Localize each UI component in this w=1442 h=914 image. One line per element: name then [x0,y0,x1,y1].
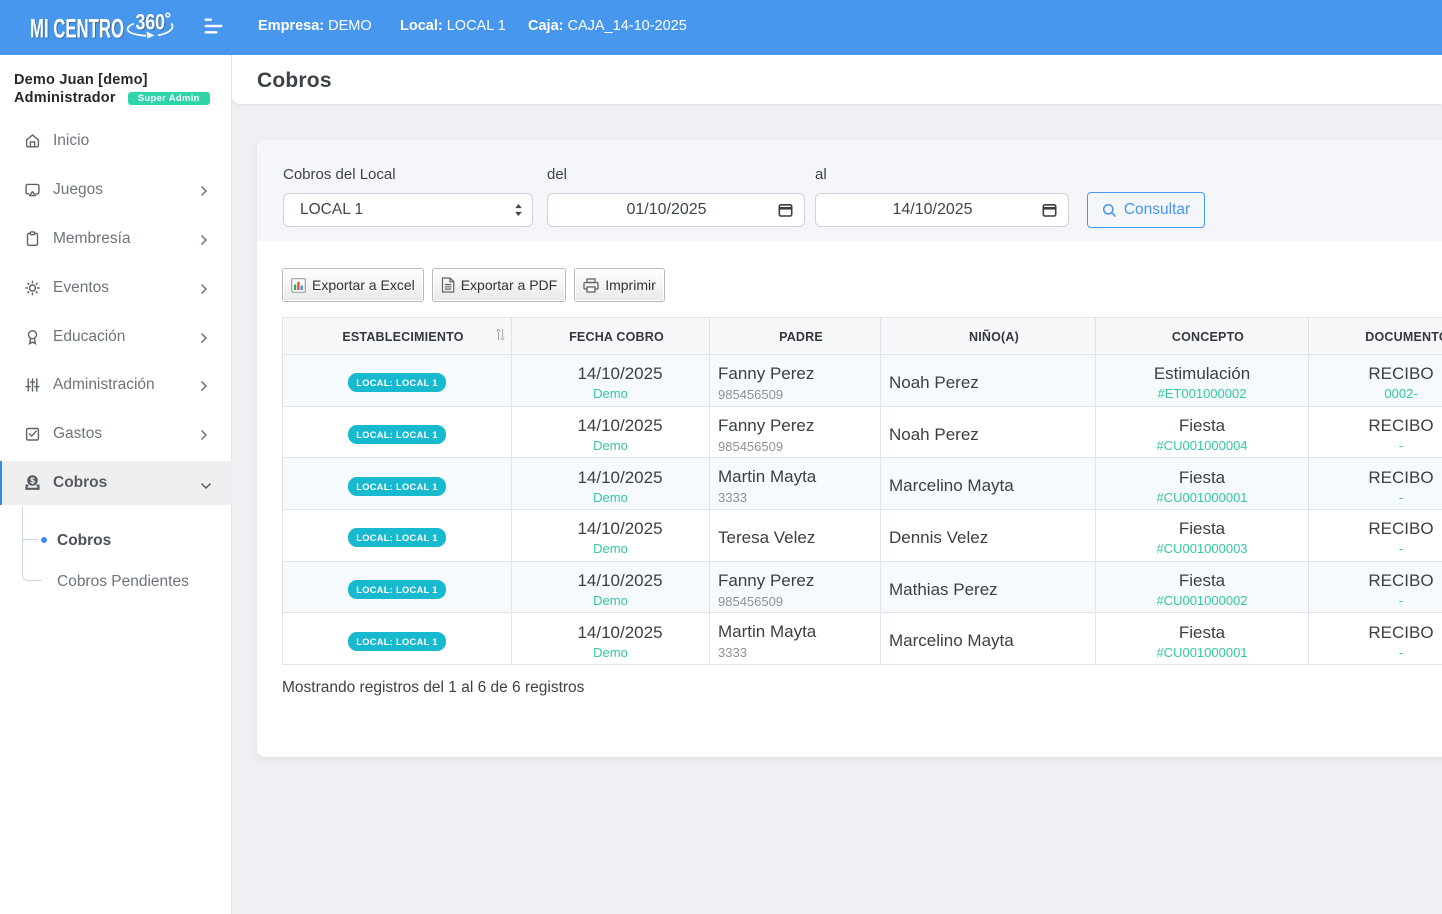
svg-text:MI CENTRO: MI CENTRO [30,14,124,43]
svg-text:$: $ [30,476,35,486]
svg-text:360: 360 [136,10,166,35]
